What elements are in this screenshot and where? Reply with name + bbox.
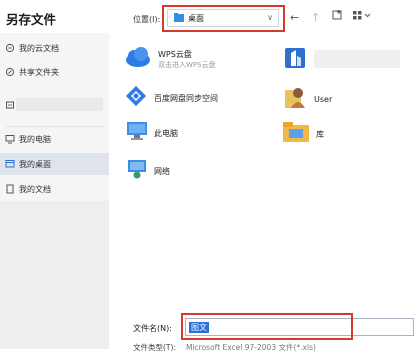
sidebar-item-shared-folder[interactable]: 共享文件夹 <box>0 61 109 83</box>
content-item-library[interactable]: 库 <box>282 120 324 148</box>
sidebar-item-my-computer[interactable]: 我的电脑 <box>0 128 109 150</box>
up-arrow-icon[interactable]: ↑ <box>311 11 320 24</box>
item-label: 库 <box>316 129 324 139</box>
highlight-box-location <box>162 5 285 32</box>
item-label: 此电脑 <box>154 128 178 138</box>
baidu-netdisk-icon <box>124 84 148 112</box>
item-label: 网络 <box>154 166 170 176</box>
drive-icon <box>5 100 15 110</box>
app-tile-icon <box>284 46 306 74</box>
sidebar-item-my-desktop[interactable]: 我的桌面 <box>0 153 109 175</box>
filename-label: 文件名(N): <box>133 324 172 333</box>
content-item-baidu-sync[interactable]: 百度网盘同步空间 <box>124 84 218 112</box>
content-item-wps-cloud[interactable]: WPS云盘 双击进入WPS云盘 <box>124 45 216 73</box>
item-label: 百度网盘同步空间 <box>154 93 218 103</box>
back-arrow-icon[interactable]: ← <box>290 11 299 24</box>
item-label: WPS云盘 <box>158 49 192 59</box>
sidebar-item-label: 我的桌面 <box>19 159 51 169</box>
sidebar: 我的云文档 共享文件夹 我的电脑 我的桌面 我的文档 <box>0 33 109 349</box>
sidebar-divider <box>6 126 103 127</box>
computer-icon <box>5 134 15 144</box>
desktop-icon <box>5 159 15 169</box>
share-icon <box>5 67 15 77</box>
this-pc-icon <box>126 120 148 146</box>
filetype-label: 文件类型(T): <box>133 343 176 352</box>
sidebar-item-my-documents[interactable]: 我的文档 <box>0 178 109 200</box>
wps-cloud-icon <box>124 45 152 73</box>
filetype-select[interactable]: Microsoft Excel 97-2003 文件(*.xls) <box>186 342 316 353</box>
document-icon <box>5 184 15 194</box>
dialog-title: 另存文件 <box>6 12 57 27</box>
redacted-label <box>16 98 103 111</box>
sidebar-item-label: 我的文档 <box>19 184 51 194</box>
cloud-doc-icon <box>5 43 15 53</box>
new-folder-icon[interactable] <box>332 10 343 24</box>
item-sublabel: 双击进入WPS云盘 <box>158 60 216 69</box>
highlight-box-filename <box>181 313 353 340</box>
sidebar-item-label: 我的云文档 <box>19 43 59 53</box>
item-label: User <box>314 94 333 104</box>
location-label: 位置(I): <box>133 15 161 24</box>
content-item-network[interactable]: 网络 <box>126 158 170 184</box>
sidebar-item-cloud-docs[interactable]: 我的云文档 <box>0 37 109 59</box>
content-item-this-pc[interactable]: 此电脑 <box>126 120 178 146</box>
user-folder-icon <box>284 84 308 114</box>
sidebar-empty-area <box>0 201 109 349</box>
sidebar-item-label: 共享文件夹 <box>19 67 59 77</box>
view-menu-icon[interactable] <box>352 10 372 24</box>
network-icon <box>126 158 148 184</box>
library-folder-icon <box>282 120 310 148</box>
redacted-label <box>314 50 400 68</box>
content-item-blurred[interactable] <box>284 46 306 74</box>
sidebar-item-label: 我的电脑 <box>19 134 51 144</box>
content-item-user[interactable]: User <box>284 84 332 114</box>
